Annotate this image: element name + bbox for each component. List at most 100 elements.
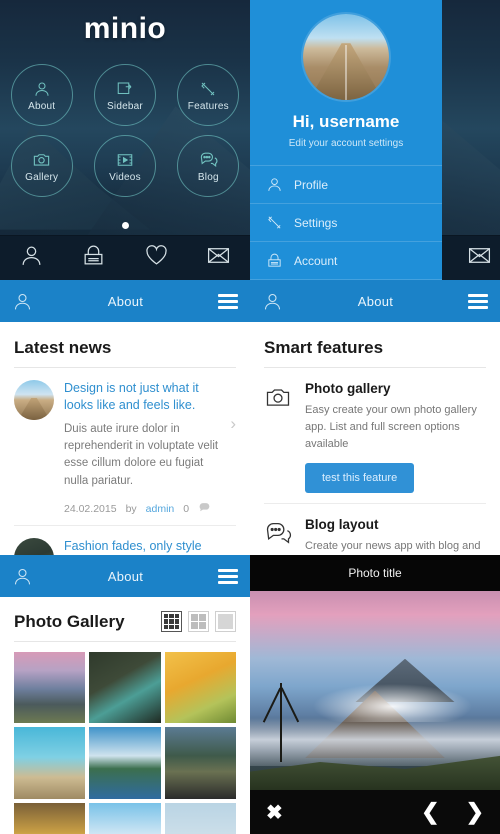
news-title[interactable]: Fashion fades, only style remains the sa… [64, 538, 220, 555]
sidebar-icon [116, 79, 134, 99]
menu-label: Videos [109, 171, 141, 183]
news-meta: 24.02.2015 by admin 0 [64, 501, 220, 517]
tab-envelope-icon[interactable] [467, 243, 492, 273]
navbar-title: About [357, 293, 394, 309]
hamburger-menu-icon[interactable] [218, 568, 238, 584]
user-icon[interactable] [262, 291, 283, 312]
hamburger-menu-icon[interactable] [218, 293, 238, 309]
tab-user-icon[interactable] [19, 243, 44, 273]
photo-thumbnail[interactable] [14, 727, 86, 799]
photo-thumbnail[interactable] [89, 727, 161, 799]
tools-icon [199, 79, 217, 99]
photo-thumbnail[interactable] [164, 727, 237, 799]
menu-item-blog[interactable]: Blog [177, 135, 240, 197]
grid-2-view-button[interactable] [188, 611, 209, 632]
news-thumbnail [14, 380, 54, 420]
chat-icon [264, 517, 294, 555]
camera-icon [264, 381, 294, 493]
user-icon[interactable] [12, 291, 33, 312]
photo-thumbnail[interactable] [89, 652, 161, 724]
tab-heart-icon[interactable] [144, 243, 169, 273]
user-icon[interactable] [12, 566, 33, 587]
gallery-header: Photo Gallery [14, 597, 236, 642]
navbar-news: About [0, 280, 250, 322]
drawer-item-settings[interactable]: Settings [250, 203, 442, 241]
screen-smart-features: About Smart features Photo gallery Easy … [250, 280, 500, 555]
photo-thumbnail[interactable] [164, 652, 237, 724]
news-list-item[interactable]: Fashion fades, only style remains the sa… [14, 526, 236, 555]
feature-description: Create your news app with blog and comme… [305, 540, 481, 553]
news-thumbnail [14, 537, 54, 555]
photo-thumbnail[interactable] [14, 802, 86, 834]
news-date: 24.02.2015 [64, 502, 117, 515]
feature-item-blog-layout: Blog layout Create your news app with bl… [264, 504, 486, 555]
page-title: Latest news [14, 322, 236, 368]
drawer-item-account[interactable]: Account [250, 241, 442, 280]
feature-item-photo-gallery: Photo gallery Easy create your own photo… [264, 368, 486, 503]
grid-3-view-button[interactable] [161, 611, 182, 632]
menu-item-gallery[interactable]: Gallery [10, 135, 73, 197]
menu-label: Sidebar [107, 100, 143, 112]
news-list-item[interactable]: Design is not just what it looks like an… [14, 368, 236, 525]
template-showcase: minio About Sidebar Features Gallery Vid… [0, 0, 500, 834]
drawer-item-label: Profile [294, 177, 329, 192]
navbar-title: About [107, 568, 144, 584]
hamburger-menu-icon[interactable] [468, 293, 488, 309]
page-indicator[interactable] [0, 216, 250, 234]
lock-icon [266, 252, 283, 269]
chevron-right-icon[interactable]: ❯ [466, 799, 484, 825]
menu-item-features[interactable]: Features [177, 64, 240, 126]
photo-viewer-controls: ✖ ❮ ❯ [250, 790, 500, 834]
camera-icon [32, 150, 51, 170]
profile-drawer-panel: Hi, username Edit your account settings … [250, 0, 442, 280]
tab-envelope-icon[interactable] [206, 243, 231, 273]
bottom-tabbar [0, 235, 250, 280]
page-title: Smart features [264, 322, 486, 368]
news-content: Latest news Design is not just what it l… [0, 322, 250, 555]
gallery-view-toggles [161, 611, 236, 632]
news-title[interactable]: Design is not just what it looks like an… [64, 380, 220, 414]
drawer-item-profile[interactable]: Profile [250, 165, 442, 203]
news-author[interactable]: admin [146, 503, 175, 515]
navbar-gallery: About [0, 555, 250, 597]
photo-fullscreen-image[interactable] [250, 591, 500, 790]
menu-item-about[interactable]: About [10, 64, 73, 126]
chevron-left-icon[interactable]: ❮ [421, 799, 439, 825]
page-title: Photo Gallery [14, 611, 125, 631]
avatar[interactable] [303, 14, 389, 100]
test-feature-button[interactable]: test this feature [305, 463, 415, 494]
photo-thumbnail[interactable] [14, 652, 86, 724]
photo-thumbnail[interactable] [164, 802, 237, 834]
features-content: Smart features Photo gallery Easy create… [250, 322, 500, 555]
feature-title: Photo gallery [305, 381, 391, 396]
page-dot-active [121, 222, 129, 229]
app-brand-logo: minio [83, 12, 167, 45]
screen-home-menu: minio About Sidebar Features Gallery Vid… [0, 0, 250, 280]
chevron-right-icon[interactable]: › [230, 414, 236, 434]
user-icon [33, 79, 51, 99]
home-menu-grid: About Sidebar Features Gallery Videos Bl… [0, 64, 250, 197]
account-settings-link[interactable]: Edit your account settings [250, 138, 442, 149]
gallery-content: Photo Gallery [0, 597, 250, 834]
feature-title: Blog layout [305, 517, 379, 533]
tab-lock-icon[interactable] [81, 243, 106, 273]
grid-1-view-button[interactable] [215, 611, 236, 632]
news-by-label: by [125, 502, 137, 515]
photo-viewer: Photo title ✖ ❮ ❯ [250, 555, 500, 834]
close-x-icon[interactable]: ✖ [266, 800, 283, 825]
screen-photo-viewer: Photo title ✖ ❮ ❯ [250, 555, 500, 834]
photo-thumbnail[interactable] [89, 802, 161, 834]
screen-profile-drawer: About Sidebar Features Gallery Videos Bl… [250, 0, 500, 280]
navbar-features: About [250, 280, 500, 322]
screen-latest-news: About Latest news Design is not just wha… [0, 280, 250, 555]
navbar-title: About [107, 293, 144, 309]
menu-item-videos[interactable]: Videos [93, 135, 156, 197]
menu-label: Features [187, 100, 229, 112]
menu-label: Blog [197, 171, 219, 183]
feature-description: Easy create your own photo gallery app. … [305, 404, 477, 451]
news-excerpt: Duis aute irure dolor in reprehenderit i… [64, 422, 219, 487]
drawer-menu: Profile Settings Account [250, 165, 442, 280]
menu-label: Gallery [25, 171, 59, 183]
menu-item-sidebar[interactable]: Sidebar [93, 64, 156, 126]
tools-icon [266, 214, 283, 231]
